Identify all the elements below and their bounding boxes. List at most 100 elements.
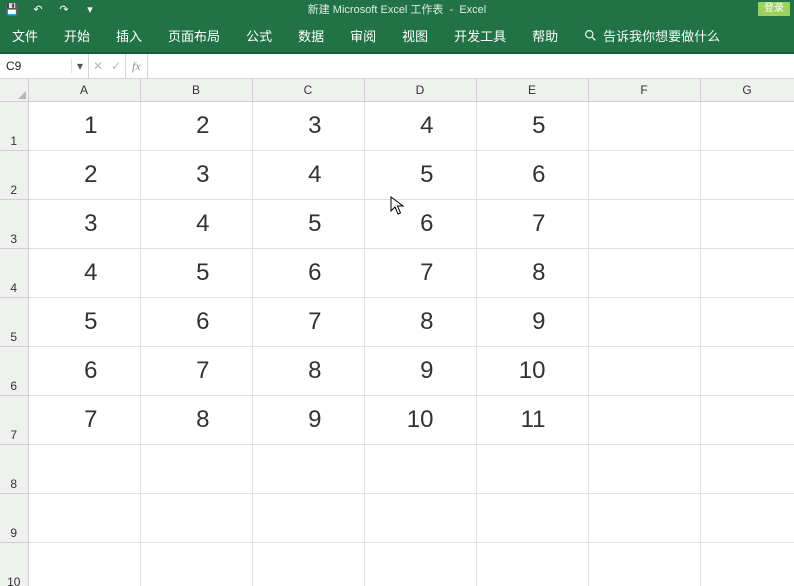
column-header-C[interactable]: C <box>252 79 364 102</box>
cell[interactable] <box>588 543 700 586</box>
cell[interactable]: 9 <box>252 396 364 445</box>
cell[interactable]: 7 <box>476 200 588 249</box>
column-header-F[interactable]: F <box>588 79 700 102</box>
tab-review[interactable]: 审阅 <box>350 22 376 49</box>
cell[interactable]: 11 <box>476 396 588 445</box>
cell[interactable]: 4 <box>140 200 252 249</box>
tab-developer[interactable]: 开发工具 <box>454 22 506 49</box>
cell[interactable] <box>700 249 794 298</box>
cell[interactable] <box>700 151 794 200</box>
cell[interactable] <box>140 543 252 586</box>
spreadsheet-grid[interactable]: A B C D E F G 11234522345633456744567855… <box>0 79 794 586</box>
cell[interactable] <box>252 494 364 543</box>
cell[interactable] <box>700 298 794 347</box>
insert-function-button[interactable]: fx <box>126 54 148 78</box>
row-header[interactable]: 1 <box>0 102 28 151</box>
redo-icon[interactable]: ↷ <box>56 3 72 16</box>
cell[interactable] <box>476 445 588 494</box>
row-header[interactable]: 10 <box>0 543 28 586</box>
cell[interactable]: 4 <box>28 249 140 298</box>
cell[interactable]: 4 <box>252 151 364 200</box>
row-header[interactable]: 5 <box>0 298 28 347</box>
cell[interactable] <box>364 543 476 586</box>
cell[interactable]: 10 <box>364 396 476 445</box>
cell[interactable] <box>28 445 140 494</box>
cell[interactable]: 1 <box>28 102 140 151</box>
cell[interactable] <box>588 445 700 494</box>
cell[interactable]: 2 <box>140 102 252 151</box>
row-header[interactable]: 3 <box>0 200 28 249</box>
cell[interactable] <box>476 494 588 543</box>
cell[interactable] <box>588 494 700 543</box>
cell[interactable]: 6 <box>140 298 252 347</box>
cell[interactable]: 7 <box>140 347 252 396</box>
row-header[interactable]: 9 <box>0 494 28 543</box>
cell[interactable] <box>588 200 700 249</box>
column-header-D[interactable]: D <box>364 79 476 102</box>
cell[interactable]: 6 <box>28 347 140 396</box>
cell[interactable]: 9 <box>364 347 476 396</box>
cell[interactable] <box>700 543 794 586</box>
column-header-B[interactable]: B <box>140 79 252 102</box>
cell[interactable]: 3 <box>252 102 364 151</box>
name-box-value[interactable]: C9 <box>0 59 71 73</box>
cell[interactable]: 5 <box>252 200 364 249</box>
cell[interactable]: 8 <box>140 396 252 445</box>
cell[interactable] <box>700 494 794 543</box>
column-header-G[interactable]: G <box>700 79 794 102</box>
cell[interactable]: 8 <box>476 249 588 298</box>
name-box-dropdown-icon[interactable]: ▾ <box>71 59 88 73</box>
cell[interactable] <box>700 445 794 494</box>
enter-formula-icon[interactable]: ✓ <box>107 59 125 73</box>
column-header-E[interactable]: E <box>476 79 588 102</box>
row-header[interactable]: 2 <box>0 151 28 200</box>
cell[interactable]: 8 <box>252 347 364 396</box>
row-header[interactable]: 4 <box>0 249 28 298</box>
row-header[interactable]: 8 <box>0 445 28 494</box>
save-icon[interactable]: 💾 <box>4 3 20 16</box>
cell[interactable]: 8 <box>364 298 476 347</box>
cell[interactable] <box>140 445 252 494</box>
cell[interactable]: 5 <box>364 151 476 200</box>
cell[interactable] <box>28 494 140 543</box>
cell[interactable]: 9 <box>476 298 588 347</box>
cell[interactable]: 6 <box>364 200 476 249</box>
cell[interactable] <box>700 102 794 151</box>
cell[interactable] <box>588 249 700 298</box>
cell[interactable] <box>140 494 252 543</box>
cell[interactable] <box>476 543 588 586</box>
formula-input[interactable] <box>148 54 794 78</box>
cell[interactable]: 7 <box>28 396 140 445</box>
login-button[interactable]: 登录 <box>758 2 790 16</box>
tell-me-search[interactable]: 告诉我你想要做什么 <box>584 26 720 45</box>
tab-page-layout[interactable]: 页面布局 <box>168 22 220 49</box>
cell[interactable]: 3 <box>28 200 140 249</box>
cell[interactable] <box>252 445 364 494</box>
cell[interactable] <box>588 347 700 396</box>
cell[interactable]: 6 <box>476 151 588 200</box>
cell[interactable] <box>700 200 794 249</box>
tab-formulas[interactable]: 公式 <box>246 22 272 49</box>
tab-insert[interactable]: 插入 <box>116 22 142 49</box>
cell[interactable]: 7 <box>252 298 364 347</box>
cell[interactable]: 5 <box>140 249 252 298</box>
cell[interactable]: 3 <box>140 151 252 200</box>
tab-view[interactable]: 视图 <box>402 22 428 49</box>
tab-help[interactable]: 帮助 <box>532 22 558 49</box>
row-header[interactable]: 6 <box>0 347 28 396</box>
cell[interactable] <box>252 543 364 586</box>
cell[interactable] <box>700 347 794 396</box>
select-all-corner[interactable] <box>0 79 28 102</box>
column-header-A[interactable]: A <box>28 79 140 102</box>
tab-file[interactable]: 文件 <box>12 22 38 49</box>
cell[interactable] <box>28 543 140 586</box>
cancel-formula-icon[interactable]: ✕ <box>89 59 107 73</box>
undo-icon[interactable]: ↶ <box>30 3 46 16</box>
cell[interactable] <box>588 298 700 347</box>
tab-data[interactable]: 数据 <box>298 22 324 49</box>
cell[interactable]: 4 <box>364 102 476 151</box>
cell[interactable] <box>588 102 700 151</box>
cell[interactable] <box>700 396 794 445</box>
cell[interactable] <box>588 396 700 445</box>
cell[interactable]: 5 <box>476 102 588 151</box>
